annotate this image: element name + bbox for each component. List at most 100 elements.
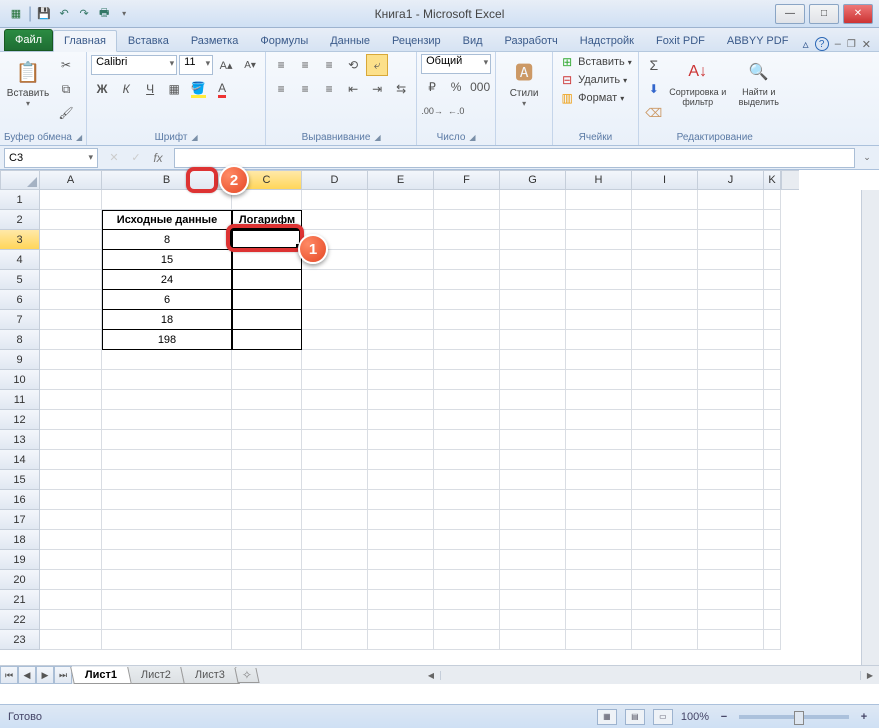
- row-header-21[interactable]: 21: [0, 590, 40, 610]
- number-launcher-icon[interactable]: ◢: [469, 133, 475, 142]
- cell-K5[interactable]: [764, 270, 781, 290]
- row-header-15[interactable]: 15: [0, 470, 40, 490]
- cell-D8[interactable]: [302, 330, 368, 350]
- col-header-F[interactable]: F: [434, 170, 500, 190]
- cell-G5[interactable]: [500, 270, 566, 290]
- cell-B16[interactable]: [102, 490, 232, 510]
- number-format-select[interactable]: Общий: [421, 54, 491, 74]
- cell-C8[interactable]: [232, 330, 302, 350]
- cell-D10[interactable]: [302, 370, 368, 390]
- row-header-12[interactable]: 12: [0, 410, 40, 430]
- cell-D22[interactable]: [302, 610, 368, 630]
- cell-G19[interactable]: [500, 550, 566, 570]
- cell-A1[interactable]: [40, 190, 102, 210]
- col-header-D[interactable]: D: [302, 170, 368, 190]
- cell-B3[interactable]: 8: [102, 230, 232, 250]
- alignment-launcher-icon[interactable]: ◢: [374, 133, 380, 142]
- tab-home[interactable]: Главная: [53, 30, 117, 52]
- cell-K3[interactable]: [764, 230, 781, 250]
- workbook-minimize-icon[interactable]: –: [835, 38, 841, 50]
- cell-A21[interactable]: [40, 590, 102, 610]
- cell-F19[interactable]: [434, 550, 500, 570]
- cell-H9[interactable]: [566, 350, 632, 370]
- cell-J10[interactable]: [698, 370, 764, 390]
- cell-I1[interactable]: [632, 190, 698, 210]
- cell-J11[interactable]: [698, 390, 764, 410]
- cell-E15[interactable]: [368, 470, 434, 490]
- cell-G8[interactable]: [500, 330, 566, 350]
- tab-data[interactable]: Данные: [319, 30, 381, 51]
- cell-F18[interactable]: [434, 530, 500, 550]
- zoom-in-button[interactable]: +: [857, 711, 871, 723]
- cell-D14[interactable]: [302, 450, 368, 470]
- cell-J12[interactable]: [698, 410, 764, 430]
- cell-D2[interactable]: [302, 210, 368, 230]
- cell-I16[interactable]: [632, 490, 698, 510]
- styles-dropdown-icon[interactable]: ▾: [522, 99, 526, 108]
- sheet-nav-next[interactable]: ▶: [36, 666, 54, 684]
- cell-F2[interactable]: [434, 210, 500, 230]
- delete-cells-button[interactable]: ⊟Удалить▾: [557, 72, 634, 88]
- cell-H1[interactable]: [566, 190, 632, 210]
- cell-C6[interactable]: [232, 290, 302, 310]
- cell-F1[interactable]: [434, 190, 500, 210]
- cell-G9[interactable]: [500, 350, 566, 370]
- sheet-tab-1[interactable]: Лист1: [70, 667, 132, 684]
- cell-H23[interactable]: [566, 630, 632, 650]
- cell-A11[interactable]: [40, 390, 102, 410]
- cell-D16[interactable]: [302, 490, 368, 510]
- cell-D21[interactable]: [302, 590, 368, 610]
- cell-G7[interactable]: [500, 310, 566, 330]
- name-box[interactable]: C3: [4, 148, 98, 168]
- cell-C13[interactable]: [232, 430, 302, 450]
- minimize-button[interactable]: —: [775, 4, 805, 24]
- cell-H14[interactable]: [566, 450, 632, 470]
- cell-I19[interactable]: [632, 550, 698, 570]
- cell-J14[interactable]: [698, 450, 764, 470]
- row-header-1[interactable]: 1: [0, 190, 40, 210]
- cell-B18[interactable]: [102, 530, 232, 550]
- sheet-nav-prev[interactable]: ◀: [18, 666, 36, 684]
- cell-E12[interactable]: [368, 410, 434, 430]
- tab-developer[interactable]: Разработч: [494, 30, 569, 51]
- find-select-button[interactable]: 🔍 Найти и выделить: [731, 54, 787, 108]
- cell-K1[interactable]: [764, 190, 781, 210]
- cell-K16[interactable]: [764, 490, 781, 510]
- cell-A5[interactable]: [40, 270, 102, 290]
- percent-button[interactable]: %: [445, 76, 467, 98]
- cell-K7[interactable]: [764, 310, 781, 330]
- row-header-10[interactable]: 10: [0, 370, 40, 390]
- cell-K20[interactable]: [764, 570, 781, 590]
- cell-F9[interactable]: [434, 350, 500, 370]
- minimize-ribbon-icon[interactable]: ▵: [803, 37, 809, 51]
- cell-D23[interactable]: [302, 630, 368, 650]
- cell-E8[interactable]: [368, 330, 434, 350]
- cut-button[interactable]: ✂: [55, 54, 77, 76]
- decrease-decimal-button[interactable]: ←.0: [445, 100, 467, 122]
- cell-F6[interactable]: [434, 290, 500, 310]
- decrease-indent-button[interactable]: ⇤: [342, 78, 364, 100]
- cell-C23[interactable]: [232, 630, 302, 650]
- row-header-23[interactable]: 23: [0, 630, 40, 650]
- cell-H3[interactable]: [566, 230, 632, 250]
- cell-D18[interactable]: [302, 530, 368, 550]
- cell-F5[interactable]: [434, 270, 500, 290]
- cell-K13[interactable]: [764, 430, 781, 450]
- currency-button[interactable]: ₽: [421, 76, 443, 98]
- cell-A15[interactable]: [40, 470, 102, 490]
- cell-C9[interactable]: [232, 350, 302, 370]
- cell-H19[interactable]: [566, 550, 632, 570]
- col-header-I[interactable]: I: [632, 170, 698, 190]
- cell-I11[interactable]: [632, 390, 698, 410]
- cell-J21[interactable]: [698, 590, 764, 610]
- col-header-E[interactable]: E: [368, 170, 434, 190]
- row-header-7[interactable]: 7: [0, 310, 40, 330]
- italic-button[interactable]: К: [115, 78, 137, 100]
- cell-B14[interactable]: [102, 450, 232, 470]
- cell-E9[interactable]: [368, 350, 434, 370]
- cell-F17[interactable]: [434, 510, 500, 530]
- enter-formula-button[interactable]: ✓: [126, 148, 146, 168]
- cell-D3[interactable]: [302, 230, 368, 250]
- cell-H11[interactable]: [566, 390, 632, 410]
- cell-K23[interactable]: [764, 630, 781, 650]
